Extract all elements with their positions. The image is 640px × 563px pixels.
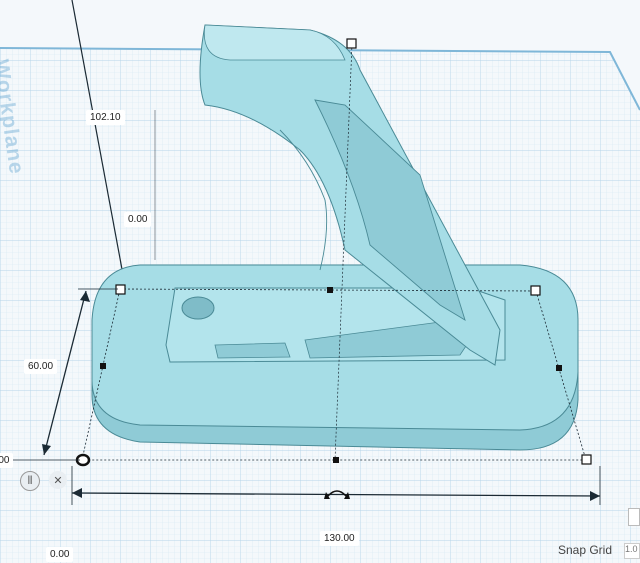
side-panel-edge[interactable]: [628, 508, 640, 526]
model-slot-left: [214, 342, 291, 359]
handle-back-middle[interactable]: [327, 287, 333, 293]
left-origin-value-label[interactable]: 0.00: [0, 453, 14, 468]
handle-left-middle[interactable]: [100, 363, 106, 369]
model-arch-top-face: [203, 24, 346, 61]
close-icon[interactable]: ✕: [49, 471, 67, 489]
snap-grid-label: Snap Grid: [557, 543, 612, 557]
snap-grid-value[interactable]: 1.0: [624, 543, 640, 559]
handle-top-height[interactable]: [346, 38, 357, 49]
handle-back-right[interactable]: [530, 285, 541, 296]
view-cube-icon[interactable]: ⦀: [20, 471, 40, 491]
depth-value-label[interactable]: 60.00: [24, 359, 58, 374]
handle-right-middle[interactable]: [556, 365, 562, 371]
handle-front-right[interactable]: [581, 454, 592, 465]
handle-back-left[interactable]: [115, 284, 126, 295]
model-screw-hole: [181, 296, 215, 320]
elevation-value-label[interactable]: 0.00: [124, 212, 152, 227]
handle-front-middle[interactable]: [333, 457, 339, 463]
width-value-label[interactable]: 130.00: [320, 531, 359, 546]
height-value-label[interactable]: 102.10: [86, 110, 125, 125]
bottom-origin-value-label[interactable]: 0.00: [46, 547, 74, 562]
workplane-viewport[interactable]: [0, 0, 640, 563]
